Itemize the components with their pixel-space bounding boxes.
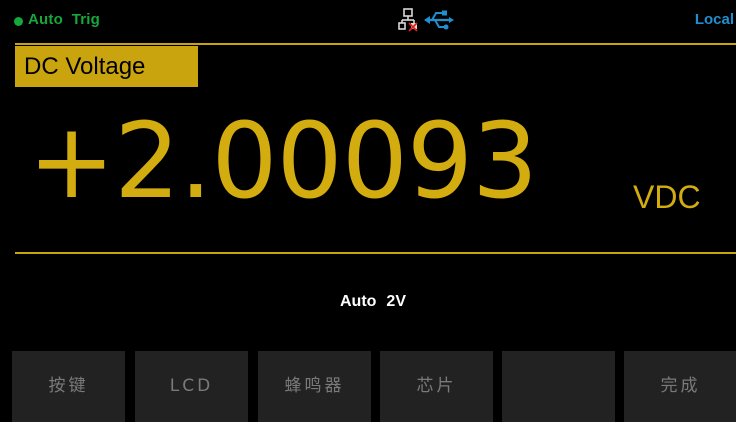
remote-state: Local — [694, 11, 734, 28]
bottom-divider — [15, 252, 736, 254]
status-bar: Auto Trig Local — [0, 0, 736, 44]
range-value: 2V — [386, 293, 406, 310]
softkey-5[interactable] — [502, 351, 615, 422]
lan-disconnected-icon — [398, 8, 418, 32]
trigger-status-dot — [14, 17, 23, 26]
range-mode: Auto — [339, 293, 377, 310]
softkey-bar: 按键 LCD 蜂鸣器 芯片 完成 — [0, 351, 736, 422]
top-divider — [15, 43, 736, 45]
softkey-1[interactable]: 按键 — [12, 351, 125, 422]
usb-connected-icon — [424, 10, 454, 30]
range-info: Auto 2V — [0, 293, 736, 311]
trigger-mode: Auto Trig — [28, 11, 100, 28]
main-reading: +2.00093 — [28, 100, 538, 222]
softkey-6[interactable]: 完成 — [624, 351, 736, 422]
multimeter-display: Auto Trig Local DC Voltage +2.00093 VDC — [0, 0, 736, 422]
reading-unit: VDC — [633, 179, 701, 215]
function-label: DC Voltage — [15, 46, 198, 87]
softkey-3[interactable]: 蜂鸣器 — [258, 351, 371, 422]
softkey-4[interactable]: 芯片 — [380, 351, 493, 422]
softkey-2[interactable]: LCD — [135, 351, 248, 422]
